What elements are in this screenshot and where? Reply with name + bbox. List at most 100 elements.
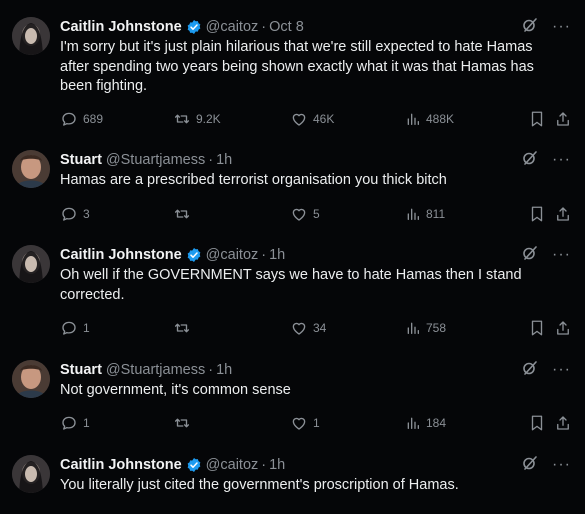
reply-thread: Caitlin Johnstone @caitoz · Oct 8 ··· I'… xyxy=(0,0,585,514)
bookmark-icon xyxy=(531,111,543,127)
tweet-header: Caitlin Johnstone @caitoz · 1h ··· xyxy=(60,455,571,475)
bookmark-icon xyxy=(531,320,543,336)
bookmark-icon xyxy=(531,206,543,222)
timestamp[interactable]: 1h xyxy=(269,457,285,473)
tweet-header: Caitlin Johnstone @caitoz · Oct 8 ··· xyxy=(60,17,571,37)
views-button[interactable]: 758 xyxy=(405,320,446,336)
avatar-caitlin[interactable] xyxy=(12,17,50,55)
reply-button[interactable]: 3 xyxy=(60,205,90,223)
user-handle[interactable]: @caitoz xyxy=(206,247,259,263)
tweet-header: Stuart @Stuartjamess · 1h ··· xyxy=(60,360,571,380)
retweet-icon xyxy=(174,323,190,333)
user-handle[interactable]: @Stuartjamess xyxy=(106,362,205,378)
tweet-content: Stuart @Stuartjamess · 1h ··· Not govern… xyxy=(60,360,571,401)
grok-icon[interactable] xyxy=(522,150,538,170)
views-icon xyxy=(407,113,419,125)
display-name[interactable]: Stuart xyxy=(60,152,102,168)
retweet-button[interactable] xyxy=(173,414,196,432)
retweet-icon xyxy=(174,114,190,124)
user-handle[interactable]: @caitoz xyxy=(206,19,259,35)
tweet-text: Oh well if the GOVERNMENT says we have t… xyxy=(60,267,522,303)
reply-count: 3 xyxy=(83,207,90,221)
grok-icon[interactable] xyxy=(522,455,538,475)
share-button[interactable] xyxy=(555,110,571,128)
timestamp[interactable]: Oct 8 xyxy=(269,19,304,35)
like-count: 46K xyxy=(313,112,335,126)
display-name[interactable]: Stuart xyxy=(60,362,102,378)
avatar-caitlin[interactable] xyxy=(12,245,50,283)
like-button[interactable]: 5 xyxy=(290,205,320,223)
grok-icon[interactable] xyxy=(522,245,538,265)
views-icon xyxy=(407,322,419,334)
tweet-actions: 3 5 811 xyxy=(60,204,571,224)
share-button[interactable] xyxy=(555,414,571,432)
tweet-header: Stuart @Stuartjamess · 1h ··· xyxy=(60,150,571,170)
share-icon xyxy=(557,207,569,221)
views-count: 488K xyxy=(426,112,455,126)
tweet-actions: 1 34 758 xyxy=(60,318,571,338)
reply-count: 1 xyxy=(83,321,90,335)
user-handle[interactable]: @caitoz xyxy=(206,457,259,473)
separator-dot: · xyxy=(261,247,267,263)
reply-icon xyxy=(62,207,76,221)
timestamp[interactable]: 1h xyxy=(216,362,232,378)
avatar-stuart[interactable] xyxy=(12,360,50,398)
share-icon xyxy=(557,112,569,126)
views-icon xyxy=(407,417,419,429)
more-icon[interactable]: ··· xyxy=(552,152,571,168)
bookmark-button[interactable] xyxy=(529,110,545,128)
separator-dot: · xyxy=(208,152,214,168)
like-button[interactable]: 46K xyxy=(290,110,334,128)
views-count: 184 xyxy=(426,416,447,430)
reply-button[interactable]: 1 xyxy=(60,319,90,337)
share-button[interactable] xyxy=(555,319,571,337)
share-icon xyxy=(557,321,569,335)
bookmark-button[interactable] xyxy=(529,414,545,432)
separator-dot: · xyxy=(261,457,267,473)
views-button[interactable]: 488K xyxy=(405,111,454,127)
tweet-actions: 689 9.2K 46K 488K xyxy=(60,109,571,129)
more-icon[interactable]: ··· xyxy=(552,247,571,263)
bookmark-button[interactable] xyxy=(529,319,545,337)
bookmark-button[interactable] xyxy=(529,205,545,223)
verified-badge-icon xyxy=(186,247,202,263)
views-count: 758 xyxy=(426,321,447,335)
views-button[interactable]: 184 xyxy=(405,415,446,431)
share-icon xyxy=(557,416,569,430)
reply-button[interactable]: 689 xyxy=(60,110,103,128)
heart-icon xyxy=(292,417,306,430)
display-name[interactable]: Caitlin Johnstone xyxy=(60,457,182,473)
reply-button[interactable]: 1 xyxy=(60,414,90,432)
tweet-text: Hamas are a prescribed terrorist organis… xyxy=(60,172,447,188)
retweet-button[interactable]: 9.2K xyxy=(173,110,221,128)
timestamp[interactable]: 1h xyxy=(216,152,232,168)
tweet-actions: 1 1 184 xyxy=(60,413,571,433)
header-actions: ··· xyxy=(522,150,571,170)
like-button[interactable]: 1 xyxy=(290,414,320,432)
more-icon[interactable]: ··· xyxy=(552,362,571,378)
avatar-stuart[interactable] xyxy=(12,150,50,188)
avatar-caitlin[interactable] xyxy=(12,455,50,493)
grok-icon[interactable] xyxy=(522,360,538,380)
reply-count: 689 xyxy=(83,112,104,126)
separator-dot: · xyxy=(261,19,267,35)
header-actions: ··· xyxy=(522,360,571,380)
timestamp[interactable]: 1h xyxy=(269,247,285,263)
user-handle[interactable]: @Stuartjamess xyxy=(106,152,205,168)
retweet-button[interactable] xyxy=(173,319,196,337)
like-count: 5 xyxy=(313,207,320,221)
reply-count: 1 xyxy=(83,416,90,430)
display-name[interactable]: Caitlin Johnstone xyxy=(60,247,182,263)
more-icon[interactable]: ··· xyxy=(552,457,571,473)
views-button[interactable]: 811 xyxy=(405,206,445,222)
retweet-button[interactable] xyxy=(173,205,196,223)
display-name[interactable]: Caitlin Johnstone xyxy=(60,19,182,35)
share-button[interactable] xyxy=(555,205,571,223)
like-button[interactable]: 34 xyxy=(290,319,326,337)
grok-icon[interactable] xyxy=(522,17,538,37)
tweet-text: You literally just cited the government'… xyxy=(60,477,459,493)
views-count: 811 xyxy=(426,207,446,221)
tweet-text: I'm sorry but it's just plain hilarious … xyxy=(60,39,534,94)
more-icon[interactable]: ··· xyxy=(552,19,571,35)
views-icon xyxy=(407,208,419,220)
